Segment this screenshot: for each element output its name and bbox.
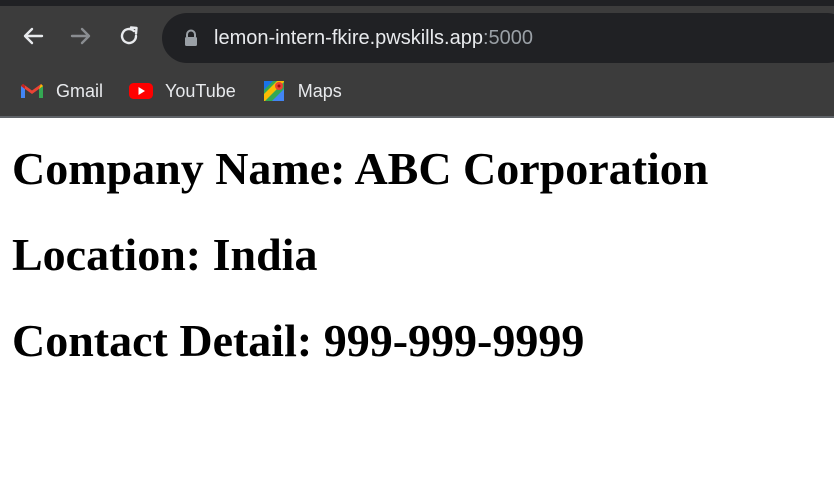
browser-chrome: lemon-intern-fkire.pwskills.app:5000 Gma… (0, 0, 834, 118)
bookmark-label: YouTube (165, 80, 236, 101)
maps-icon (262, 79, 286, 103)
bookmark-gmail[interactable]: Gmail (20, 79, 103, 103)
address-bar[interactable]: lemon-intern-fkire.pwskills.app:5000 (162, 13, 834, 63)
back-button[interactable] (14, 17, 52, 55)
bookmark-youtube[interactable]: YouTube (129, 79, 236, 103)
url-text[interactable]: lemon-intern-fkire.pwskills.app:5000 (214, 27, 533, 50)
location-heading: Location: India (12, 229, 318, 280)
bookmark-label: Maps (297, 80, 342, 101)
toolbar-divider (0, 116, 834, 118)
gmail-icon (20, 79, 44, 103)
bookmark-maps[interactable]: Maps (262, 79, 342, 103)
page-content: Company Name: ABC Corporation Location: … (0, 118, 834, 366)
forward-arrow-icon (70, 27, 91, 45)
youtube-icon (129, 79, 154, 103)
url-port: :5000 (482, 26, 534, 49)
lock-icon[interactable] (182, 29, 200, 47)
reload-icon (120, 26, 138, 45)
reload-button[interactable] (110, 17, 148, 55)
bookmark-label: Gmail (56, 80, 104, 101)
bookmarks-bar: Gmail YouTube Maps (0, 66, 368, 116)
forward-button[interactable] (62, 17, 100, 55)
url-host: lemon-intern-fkire.pwskills.app (214, 26, 483, 49)
back-arrow-icon (23, 27, 44, 45)
contact-detail-heading: Contact Detail: 999-999-9999 (12, 315, 585, 366)
company-name-heading: Company Name: ABC Corporation (12, 143, 709, 194)
